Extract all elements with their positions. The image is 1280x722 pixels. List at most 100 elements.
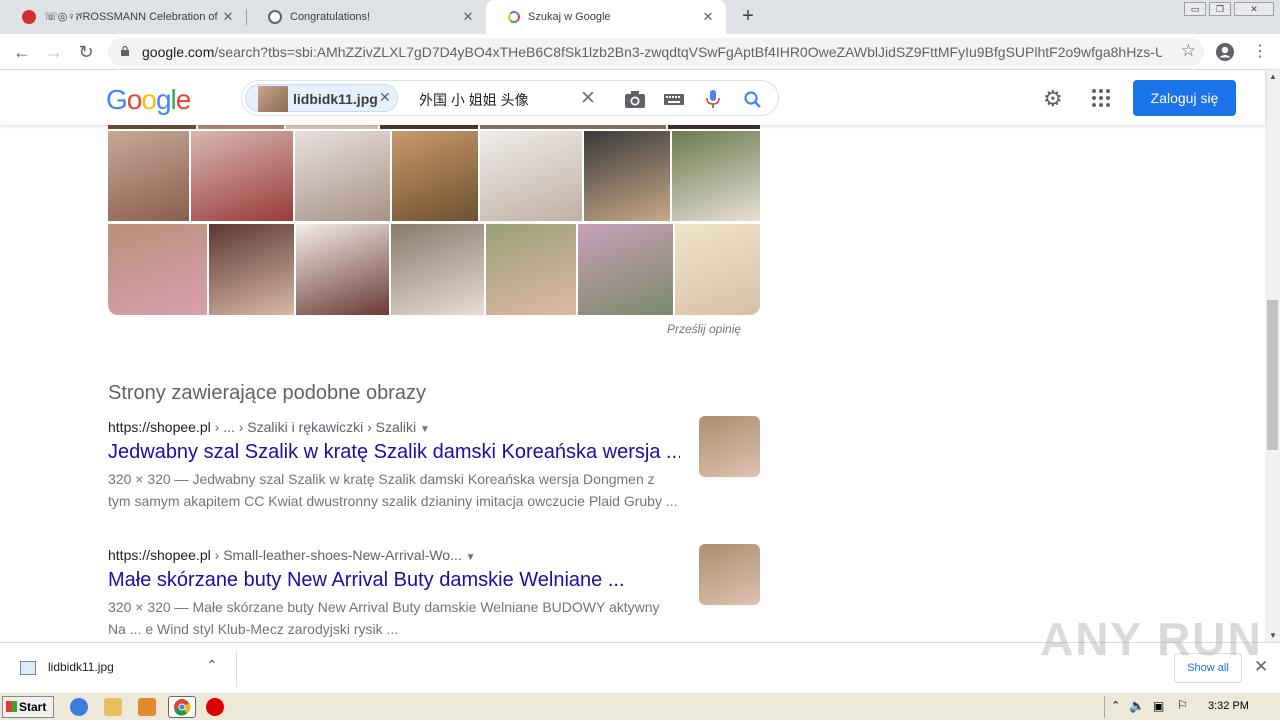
- google-logo[interactable]: Google: [106, 84, 191, 116]
- similar-image[interactable]: [286, 125, 378, 129]
- action-center-flag-icon[interactable]: ⚐: [1177, 698, 1188, 712]
- result-title-link[interactable]: Małe skórzane buty New Arrival Buty dams…: [108, 569, 680, 592]
- search-icon[interactable]: [742, 89, 764, 109]
- similar-image[interactable]: [380, 125, 478, 129]
- back-button[interactable]: ←: [12, 42, 32, 62]
- similar-image[interactable]: [486, 224, 576, 315]
- query-image-thumbnail: [258, 86, 288, 112]
- similar-image[interactable]: [578, 224, 673, 315]
- download-item[interactable]: lidbidk11.jpg: [48, 660, 114, 674]
- rossmann-icon: [22, 10, 36, 24]
- similar-image[interactable]: [480, 125, 666, 129]
- profile-icon[interactable]: [1215, 42, 1235, 62]
- scroll-down-icon[interactable]: ▼: [1269, 631, 1277, 640]
- chevron-down-icon[interactable]: ▼: [420, 424, 430, 435]
- tab-title: Szukaj w Google: [528, 11, 611, 23]
- image-file-icon: [20, 661, 36, 675]
- windows-logo-icon: [6, 701, 17, 712]
- tab-google-search[interactable]: Szukaj w Google ✕: [486, 0, 726, 34]
- system-tray: ⌃ 🔈 ▣ ⚐: [1104, 696, 1278, 718]
- similar-image[interactable]: [391, 224, 484, 315]
- sign-in-button[interactable]: Zaloguj się: [1133, 80, 1236, 116]
- tab-title: Congratulations!: [290, 11, 371, 23]
- similar-image[interactable]: [672, 131, 760, 221]
- tab-title-prefix: ☏◎♀ሾ: [44, 11, 83, 23]
- similar-image[interactable]: [108, 131, 189, 221]
- close-icon[interactable]: ✕: [218, 9, 238, 25]
- scrollbar-thumb[interactable]: [1267, 300, 1278, 450]
- clear-search-icon[interactable]: ✕: [580, 87, 596, 110]
- section-title: Strony zawierające podobne obrazy: [108, 382, 426, 404]
- similar-image[interactable]: [108, 125, 196, 129]
- similar-image[interactable]: [480, 131, 582, 221]
- keyboard-icon[interactable]: [663, 89, 685, 109]
- anyrun-watermark: ANY RUN: [1040, 613, 1263, 665]
- volume-icon[interactable]: 🔈: [1129, 698, 1145, 714]
- tab-rossmann[interactable]: ☏◎♀ሾROSSMANN Celebration of the ✕: [0, 0, 246, 34]
- similar-image[interactable]: [296, 224, 389, 315]
- tab-congratulations[interactable]: Congratulations! ✕: [246, 0, 486, 34]
- lock-icon: [121, 46, 129, 56]
- search-result: https://shopee.pl › ... › Szaliki i ręka…: [108, 419, 680, 512]
- url-text: google.com/search?tbs=sbi:AMhZZivZLXL7gD…: [142, 44, 1162, 60]
- result-snippet: 320 × 320 — Małe skórzane buty New Arriv…: [108, 599, 660, 637]
- system-clock[interactable]: 3:32 PM: [1208, 700, 1249, 712]
- globe-icon: [268, 10, 282, 24]
- scroll-up-icon[interactable]: ▲: [1269, 72, 1277, 81]
- similar-image[interactable]: [191, 131, 293, 221]
- settings-gear-icon[interactable]: ⚙: [1043, 86, 1063, 112]
- similar-image[interactable]: [668, 125, 760, 129]
- microphone-icon[interactable]: [702, 89, 724, 109]
- similar-image[interactable]: [675, 224, 760, 315]
- minimize-button[interactable]: ▭: [1184, 2, 1206, 16]
- similar-image[interactable]: [584, 131, 670, 221]
- apps-grid-icon[interactable]: [1091, 88, 1111, 108]
- menu-icon[interactable]: ⋮: [1250, 42, 1270, 62]
- chip-remove-icon[interactable]: ✕: [379, 89, 391, 106]
- browser-toolbar: ← → ↻ google.com/search?tbs=sbi:AMhZZivZ…: [0, 34, 1280, 70]
- bookmark-star-icon[interactable]: ☆: [1181, 41, 1196, 61]
- similar-image[interactable]: [209, 224, 294, 315]
- close-window-button[interactable]: ✕: [1234, 2, 1274, 16]
- vertical-scrollbar[interactable]: ▲ ▼: [1265, 70, 1280, 642]
- internet-explorer-icon[interactable]: [70, 698, 88, 716]
- result-citation: https://shopee.pl › ... › Szaliki i ręka…: [108, 419, 430, 435]
- windows-taskbar: Start ⌃ 🔈 ▣ ⚐ 3:32 PM: [0, 692, 1280, 720]
- search-results: Prześlij opinię Strony zawierające podob…: [0, 125, 1265, 642]
- search-result: https://shopee.pl › Small-leather-shoes-…: [108, 547, 680, 640]
- similar-image[interactable]: [295, 131, 390, 221]
- search-box[interactable]: lidbidk11.jpg ✕ 外国 小 姐姐 头像 ✕: [241, 80, 779, 116]
- tab-bar: ☏◎♀ሾROSSMANN Celebration of the ✕ Congra…: [0, 0, 1280, 34]
- google-icon: [508, 11, 520, 23]
- address-bar[interactable]: google.com/search?tbs=sbi:AMhZZivZLXL7gD…: [108, 38, 1204, 66]
- search-query[interactable]: 外国 小 姐姐 头像: [419, 90, 529, 110]
- feedback-link[interactable]: Prześlij opinię: [667, 322, 741, 336]
- result-thumbnail[interactable]: [699, 544, 760, 605]
- start-button[interactable]: Start: [2, 696, 54, 718]
- chevron-up-icon[interactable]: ⌃: [206, 657, 218, 674]
- camera-icon[interactable]: [624, 89, 646, 109]
- new-tab-button[interactable]: +: [738, 6, 758, 26]
- similar-image[interactable]: [392, 131, 478, 221]
- chip-filename: lidbidk11.jpg: [293, 91, 378, 107]
- folder-icon[interactable]: [104, 698, 122, 716]
- close-icon[interactable]: ✕: [698, 9, 718, 25]
- forward-button[interactable]: →: [44, 42, 64, 62]
- result-title-link[interactable]: Jedwabny szal Szalik w kratę Szalik dams…: [108, 441, 680, 464]
- similar-image[interactable]: [198, 125, 284, 129]
- result-thumbnail[interactable]: [699, 416, 760, 477]
- similar-image[interactable]: [108, 224, 207, 315]
- result-citation: https://shopee.pl › Small-leather-shoes-…: [108, 547, 476, 563]
- image-query-chip[interactable]: lidbidk11.jpg ✕: [245, 84, 398, 112]
- restore-button[interactable]: ❐: [1209, 2, 1231, 16]
- chrome-taskbar-button[interactable]: [168, 696, 196, 718]
- tab-title: ROSSMANN Celebration of the: [82, 11, 218, 23]
- reload-button[interactable]: ↻: [76, 42, 96, 62]
- network-icon[interactable]: ▣: [1153, 699, 1164, 713]
- close-icon[interactable]: ✕: [458, 9, 478, 25]
- stop-icon[interactable]: [206, 698, 224, 716]
- media-player-icon[interactable]: [138, 698, 156, 716]
- chevron-down-icon[interactable]: ▼: [466, 552, 476, 563]
- divider: [236, 651, 237, 687]
- show-hidden-icons[interactable]: ⌃: [1111, 699, 1120, 712]
